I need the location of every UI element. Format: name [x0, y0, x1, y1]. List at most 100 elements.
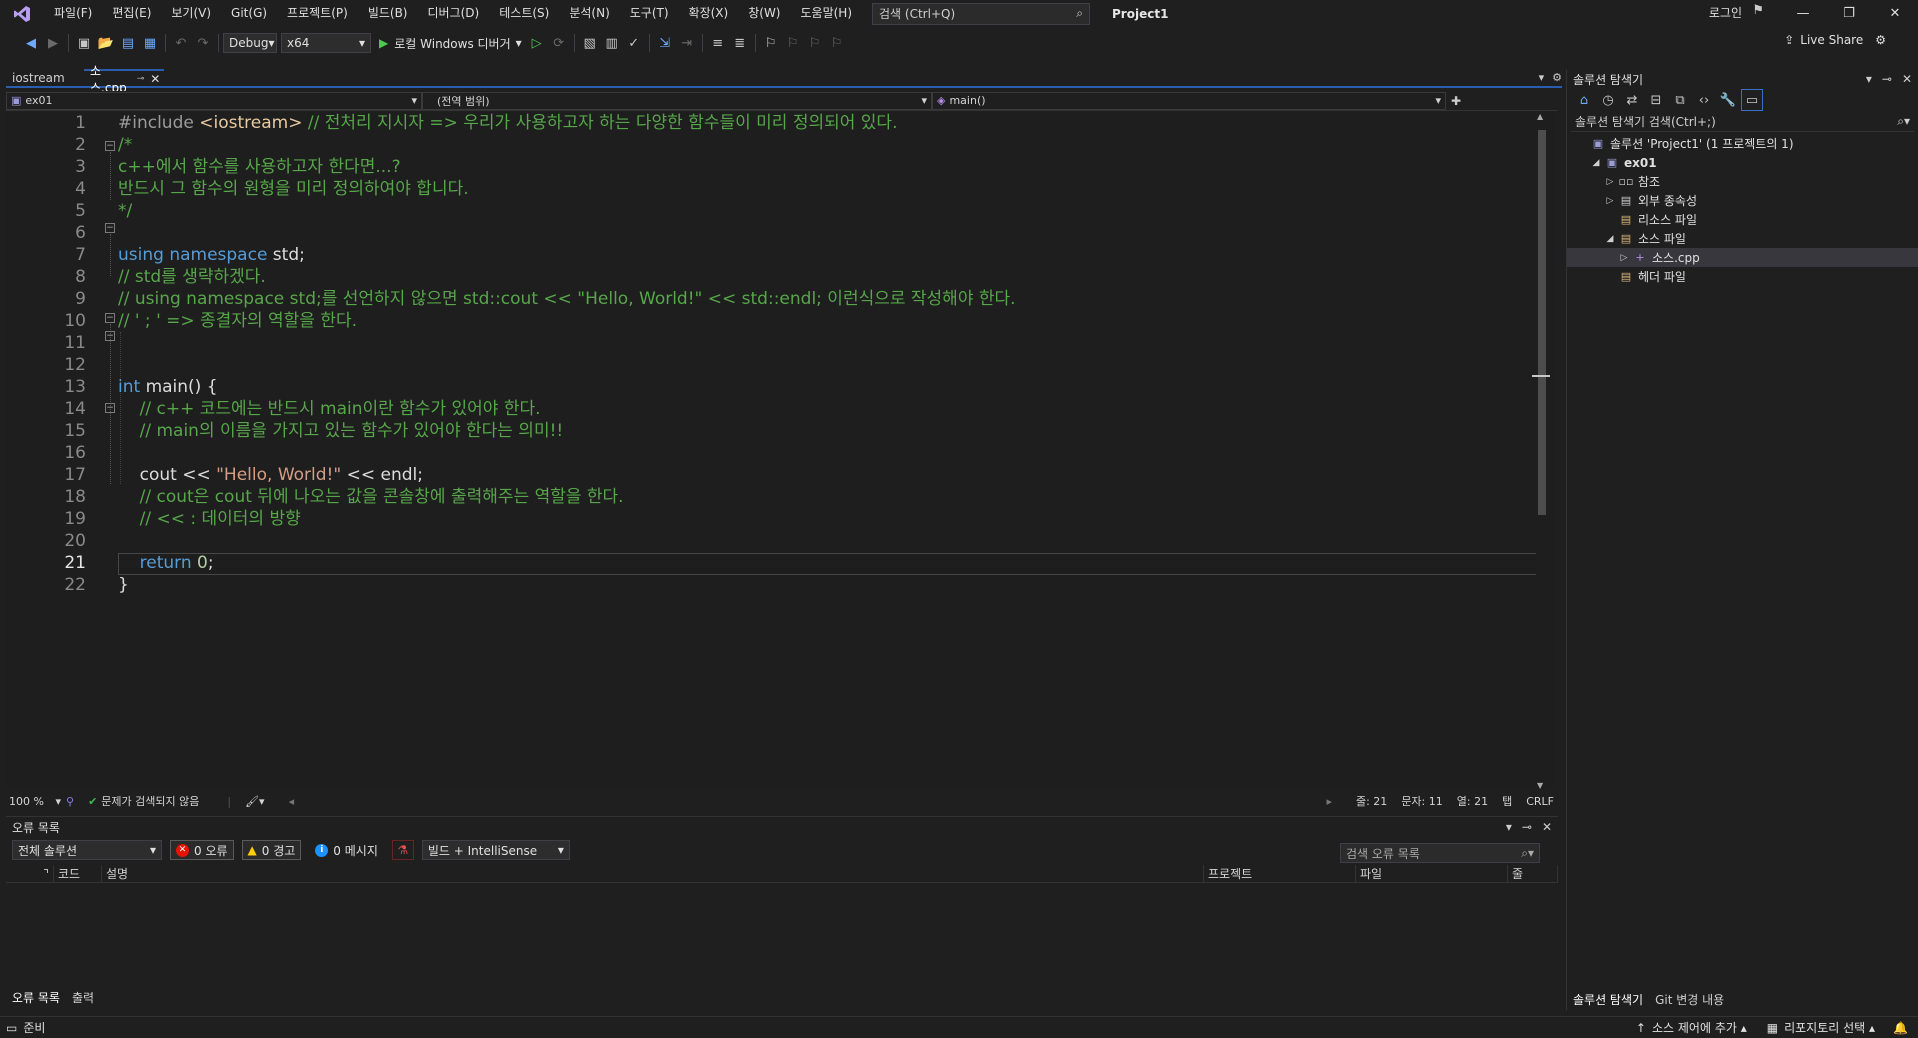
menu-item[interactable]: Git(G) — [221, 0, 277, 27]
collapsed-icon[interactable]: ▷ — [1617, 253, 1631, 263]
restore-icon[interactable]: ❐ — [1826, 0, 1872, 27]
layout-icon[interactable]: ▥ — [601, 32, 623, 54]
eol-indicator[interactable]: CRLF — [1526, 795, 1554, 808]
collapsed-icon[interactable]: ▷ — [1603, 196, 1617, 206]
column-line[interactable]: 줄 — [1508, 865, 1558, 883]
browse-icon[interactable]: ▧ — [579, 32, 601, 54]
home-icon[interactable]: ⌂ — [1573, 89, 1595, 111]
code-line[interactable]: */ — [118, 200, 1548, 222]
scroll-left-icon[interactable]: ◂ — [289, 795, 295, 808]
menu-item[interactable]: 프로젝트(P) — [277, 0, 358, 27]
visual-studio-logo-icon[interactable] — [0, 0, 44, 27]
editor-vertical-scrollbar[interactable]: ▲ ▼ — [1532, 112, 1550, 790]
messages-filter-button[interactable]: i 0 메시지 — [309, 840, 384, 860]
scope-select[interactable]: 전체 솔루션 ▾ — [12, 840, 162, 860]
column-file[interactable]: 파일 — [1356, 865, 1508, 883]
clear-bookmarks-icon[interactable]: ⚐ — [826, 32, 848, 54]
output-window-icon[interactable]: ▭ — [6, 1021, 17, 1035]
collapsed-icon[interactable]: ▷ — [1603, 177, 1617, 187]
tree-item[interactable]: ▣ 솔루션 'Project1' (1 프로젝트의 1) — [1567, 134, 1918, 153]
navigate-back-icon[interactable]: ◀ — [20, 32, 42, 54]
split-editor-icon[interactable]: ✚ — [1446, 94, 1466, 108]
collapse-icon[interactable]: − — [105, 313, 115, 323]
code-line[interactable]: /* — [118, 134, 1548, 156]
tab-output[interactable]: 출력 — [66, 988, 100, 1008]
prev-bookmark-icon[interactable]: ⚐ — [782, 32, 804, 54]
code-line[interactable]: // main의 이름을 가지고 있는 함수가 있어야 한다는 의미!! — [118, 420, 1548, 442]
redo-icon[interactable]: ↷ — [192, 32, 214, 54]
expanded-icon[interactable]: ◢ — [1589, 158, 1603, 168]
build-filter-select[interactable]: 빌드 + IntelliSense ▾ — [421, 840, 570, 860]
close-tab-icon[interactable]: ✕ — [150, 72, 160, 86]
project-dropdown[interactable]: ▣ ex01 ▾ — [6, 91, 422, 110]
error-search-input[interactable]: 검색 오류 목록 ⌕▾ — [1340, 843, 1540, 863]
properties-icon[interactable]: 🔧 — [1717, 89, 1739, 111]
history-icon[interactable]: ◷ — [1597, 89, 1619, 111]
save-icon[interactable]: ▤ — [117, 32, 139, 54]
code-line[interactable] — [118, 354, 1548, 376]
step-over-icon[interactable]: ⇥ — [676, 32, 698, 54]
code-line[interactable]: // c++ 코드에는 반드시 main이란 함수가 있어야 한다. — [118, 398, 1548, 420]
tree-item[interactable]: ◢ ▤ 소스 파일 — [1567, 229, 1918, 248]
repository-button[interactable]: 리포지토리 선택 ▴ — [1784, 1019, 1875, 1036]
sync-icon[interactable]: ⇄ — [1621, 89, 1643, 111]
notifications-bell-icon[interactable]: 🔔 — [1893, 1021, 1908, 1035]
code-line[interactable]: return 0; — [118, 552, 1548, 574]
code-line[interactable]: cout << "Hello, World!" << endl; — [118, 464, 1548, 486]
code-editor[interactable]: 1 2 3 4 5 6 7 8 9 10 11 12 13 14 15 16 17 18 19 20 21 22 − − … — [6, 112, 1554, 790]
column-project[interactable]: 프로젝트 — [1204, 865, 1356, 883]
code-area[interactable]: #include <iostream> // 전처리 지시자 => 우리가 사용… — [118, 112, 1548, 596]
pin-icon[interactable]: ⊸ — [1882, 72, 1892, 86]
platform-select[interactable]: x64 ▾ — [281, 33, 371, 53]
code-line[interactable]: // cout은 cout 뒤에 나오는 값을 콘솔창에 출력해주는 역할을 한… — [118, 486, 1548, 508]
code-line[interactable]: c++에서 함수를 사용하고자 한다면...? — [118, 156, 1548, 178]
pin-icon[interactable]: ⊸ — [1522, 820, 1532, 834]
code-line[interactable]: int main() { — [118, 376, 1548, 398]
source-control-button[interactable]: 소스 제어에 추가 ▴ — [1652, 1019, 1747, 1036]
menu-item[interactable]: 파일(F) — [44, 0, 102, 27]
tree-item[interactable]: ◢ ▣ ex01 — [1567, 153, 1918, 172]
scope-dropdown[interactable]: (전역 범위) ▾ — [422, 91, 932, 110]
minimize-icon[interactable]: — — [1780, 0, 1826, 27]
menu-item[interactable]: 테스트(S) — [489, 0, 559, 27]
sort-icon[interactable]: ⌝ — [6, 865, 54, 883]
tree-item[interactable]: ▷ ▤ 외부 종속성 — [1567, 191, 1918, 210]
code-view-icon[interactable]: ‹› — [1693, 89, 1715, 111]
collapse-icon[interactable]: − — [105, 141, 115, 151]
uncomment-icon[interactable]: ≣ — [729, 32, 751, 54]
save-all-icon[interactable]: ▦ — [139, 32, 161, 54]
show-all-files-icon[interactable]: ⧉ — [1669, 89, 1691, 111]
scroll-down-icon[interactable]: ▼ — [1537, 781, 1543, 790]
solution-search-input[interactable]: 솔루션 탐색기 검색(Ctrl+;) ⌕▾ — [1571, 112, 1914, 132]
login-link[interactable]: 로그인 — [1709, 4, 1742, 21]
code-line[interactable] — [118, 442, 1548, 464]
code-line[interactable]: using namespace std; — [118, 244, 1548, 266]
code-line[interactable]: // ' ; ' => 종결자의 역할을 한다. — [118, 310, 1548, 332]
errors-filter-button[interactable]: ✕ 0 오류 — [170, 840, 234, 860]
code-line[interactable]: // << : 데이터의 방향 — [118, 508, 1548, 530]
tab-iostream[interactable]: iostream — [6, 69, 84, 86]
code-line[interactable]: // using namespace std;를 선언하지 않으면 std::c… — [118, 288, 1548, 310]
member-dropdown[interactable]: ◈ main() ▾ — [932, 91, 1446, 110]
filter-icon[interactable]: ⚗ — [391, 840, 414, 860]
code-line[interactable] — [118, 222, 1548, 244]
close-icon[interactable]: ✕ — [1542, 820, 1552, 834]
scrollbar-thumb[interactable] — [1538, 130, 1546, 515]
code-line[interactable]: #include <iostream> // 전처리 지시자 => 우리가 사용… — [118, 112, 1548, 134]
admin-icon[interactable]: ⚙ — [1875, 33, 1886, 47]
tree-item[interactable]: ▤ 리소스 파일 — [1567, 210, 1918, 229]
tree-item[interactable]: ▷ ▫▫ 참조 — [1567, 172, 1918, 191]
menu-item[interactable]: 분석(N) — [559, 0, 619, 27]
collapse-icon[interactable]: − — [105, 223, 115, 233]
spell-check-icon[interactable]: ✓ — [623, 32, 645, 54]
tree-item[interactable]: ▷ + 소스.cpp — [1567, 248, 1918, 267]
column-description[interactable]: 설명 — [102, 865, 1204, 883]
code-line[interactable] — [118, 530, 1548, 552]
tab-git-changes[interactable]: Git 변경 내용 — [1649, 990, 1730, 1010]
account-feedback-icon[interactable]: ⚑ — [1752, 3, 1764, 18]
column-code[interactable]: 코드 — [54, 865, 102, 883]
open-file-icon[interactable]: 📂 — [95, 32, 117, 54]
warnings-filter-button[interactable]: ▲ 0 경고 — [241, 840, 302, 860]
line-indicator[interactable]: 줄: 21 — [1356, 793, 1387, 809]
preview-selected-icon[interactable]: ▭ — [1741, 89, 1763, 111]
